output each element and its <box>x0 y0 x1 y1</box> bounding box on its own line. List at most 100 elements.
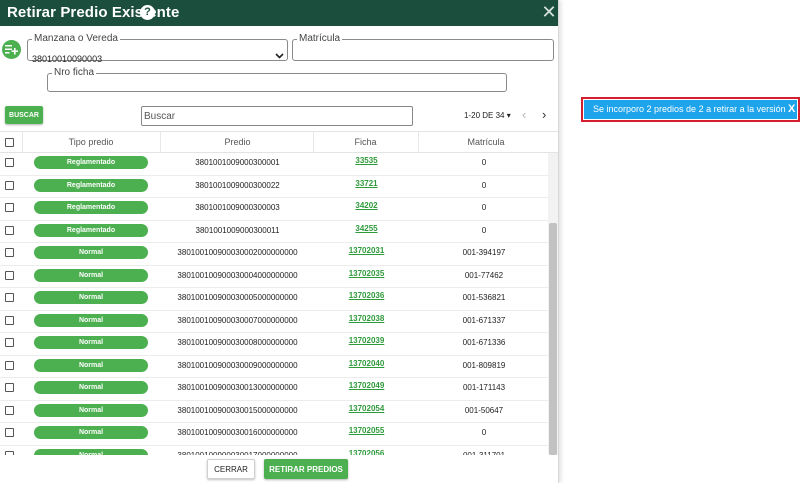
predio-cell: 3801001009000300001 <box>195 158 280 167</box>
header-predio[interactable]: Predio <box>160 137 315 147</box>
table-row[interactable]: Reglamentado 3801001009000300011 34255 0 <box>0 220 548 243</box>
tipo-predio-badge: Normal <box>34 313 148 327</box>
retirar-predio-dialog: Retirar Predio Existente ? ✕ Manzana o V… <box>0 0 559 483</box>
row-checkbox[interactable] <box>5 180 14 190</box>
dialog-titlebar: Retirar Predio Existente ? ✕ <box>0 0 558 26</box>
ficha-link[interactable]: 13702039 <box>315 336 418 345</box>
add-list-icon[interactable] <box>2 40 21 59</box>
prev-page-icon[interactable]: ‹ <box>522 108 526 121</box>
predio-cell: 380100100900030004000000000 <box>177 270 298 280</box>
dialog-footer: CERRAR RETIRAR PREDIOS <box>0 455 558 483</box>
manzana-vereda-label: Manzana o Vereda <box>34 33 118 44</box>
tipo-predio-badge: Normal <box>34 268 148 282</box>
search-input[interactable] <box>141 106 413 126</box>
table-row[interactable]: Normal 380100100900030009000000000 1370204… <box>0 355 548 378</box>
row-checkbox[interactable] <box>5 203 14 212</box>
header-tipo-predio[interactable]: Tipo predio <box>22 137 160 147</box>
row-checkbox[interactable] <box>5 293 14 302</box>
row-checkbox[interactable] <box>5 360 14 370</box>
row-checkbox[interactable] <box>5 338 14 347</box>
row-checkbox[interactable] <box>5 158 14 167</box>
matricula-cell: 001-50647 <box>464 405 504 415</box>
ficha-link[interactable]: 13702055 <box>315 426 418 435</box>
help-icon[interactable]: ? <box>140 5 155 20</box>
cerrar-button[interactable]: CERRAR <box>207 459 255 479</box>
tipo-predio-badge: Reglamentado <box>34 178 148 192</box>
predio-cell: 3801001009000300022 <box>195 180 280 190</box>
close-icon[interactable]: ✕ <box>541 3 557 21</box>
row-checkbox[interactable] <box>5 270 14 280</box>
ficha-link[interactable]: 13702036 <box>315 291 418 300</box>
table-row[interactable]: Reglamentado 3801001009000300003 34202 0 <box>0 198 548 221</box>
ficha-link[interactable]: 34255 <box>315 224 418 233</box>
tipo-predio-badge: Normal <box>34 336 148 349</box>
predio-cell: 380100100900030007000000000 <box>177 315 298 325</box>
matricula-cell: 001-394197 <box>462 248 506 257</box>
table-body: Reglamentado 3801001009000300001 33535 0 Reg… <box>0 153 548 455</box>
predio-cell: 380100100900030015000000000 <box>177 405 298 415</box>
table-row[interactable]: Normal 380100100900030008000000000 1370203… <box>0 333 548 356</box>
predio-cell: 380100100900030008000000000 <box>177 338 298 347</box>
nro-ficha-label: Nro ficha <box>54 67 95 78</box>
nro-ficha-field[interactable]: Nro ficha <box>47 68 507 92</box>
row-checkbox[interactable] <box>5 428 14 437</box>
matricula-cell: 001-77462 <box>464 270 504 280</box>
row-checkbox[interactable] <box>5 315 14 325</box>
ficha-link[interactable]: 13702035 <box>315 269 418 278</box>
manzana-vereda-select[interactable]: Manzana o Vereda 38010010090003 <box>27 33 288 64</box>
select-all-checkbox[interactable] <box>5 138 14 147</box>
table-row[interactable]: Normal 380100100900030005000000000 1370203… <box>0 288 548 311</box>
header-ficha[interactable]: Ficha <box>313 137 418 147</box>
ficha-link[interactable]: 13702054 <box>315 404 418 413</box>
matricula-cell: 0 <box>481 158 487 167</box>
matricula-cell: 001-671337 <box>462 315 506 325</box>
matricula-cell: 001-809819 <box>462 360 506 370</box>
header-matricula[interactable]: Matrícula <box>418 137 554 147</box>
matricula-field[interactable]: Matrícula <box>292 34 554 61</box>
ficha-link[interactable]: 13702031 <box>315 246 418 255</box>
predio-cell: 3801001009000300011 <box>195 225 280 235</box>
predio-cell: 380100100900030013000000000 <box>177 383 298 392</box>
chevron-down-icon[interactable] <box>275 53 284 59</box>
predio-cell: 3801001009000300003 <box>195 203 280 212</box>
row-checkbox[interactable] <box>5 248 14 257</box>
toast-close-icon[interactable]: X <box>788 103 795 115</box>
scrollbar-thumb[interactable] <box>549 223 557 455</box>
matricula-cell: 0 <box>481 203 487 212</box>
ficha-link[interactable]: 33721 <box>315 179 418 188</box>
ficha-link[interactable]: 13702038 <box>315 314 418 323</box>
matricula-cell: 0 <box>481 180 487 190</box>
ficha-link[interactable]: 13702040 <box>315 359 418 368</box>
row-checkbox[interactable] <box>5 225 14 235</box>
tipo-predio-badge: Normal <box>34 246 148 259</box>
table-row[interactable]: Normal 380100100900030002000000000 1370203… <box>0 243 548 266</box>
ficha-link[interactable]: 34202 <box>315 201 418 210</box>
caret-down-icon: ▾ <box>506 111 511 120</box>
table-row[interactable]: Normal 380100100900030017000000000 1370205… <box>0 445 548 455</box>
table-scrollbar[interactable] <box>548 153 558 455</box>
matricula-cell: 001-171143 <box>462 383 506 392</box>
toast-body: Se incorporo 2 predios de 2 a retirar a … <box>584 100 797 119</box>
table-row[interactable]: Normal 380100100900030015000000000 1370205… <box>0 400 548 423</box>
tipo-predio-badge: Reglamentado <box>34 201 148 214</box>
ficha-link[interactable]: 13702049 <box>315 381 418 390</box>
table-row[interactable]: Normal 380100100900030004000000000 1370203… <box>0 265 548 288</box>
row-checkbox[interactable] <box>5 405 14 415</box>
matricula-cell: 0 <box>481 428 487 437</box>
predio-cell: 380100100900030002000000000 <box>177 248 298 257</box>
row-checkbox[interactable] <box>5 383 14 392</box>
next-page-icon[interactable]: › <box>542 108 546 121</box>
table-row[interactable]: Reglamentado 3801001009000300001 33535 0 <box>0 153 548 176</box>
table-row[interactable]: Normal 380100100900030007000000000 1370203… <box>0 310 548 333</box>
matricula-cell: 0 <box>481 225 487 235</box>
table-row[interactable]: Normal 380100100900030016000000000 1370205… <box>0 423 548 446</box>
predio-cell: 380100100900030016000000000 <box>177 428 298 437</box>
pagination-select[interactable]: 1-20 DE 34 ▾ <box>464 111 511 120</box>
buscar-button[interactable]: BUSCAR <box>5 106 43 124</box>
tipo-predio-badge: Normal <box>34 426 148 439</box>
table-row[interactable]: Normal 380100100900030013000000000 1370204… <box>0 378 548 401</box>
ficha-link[interactable]: 33535 <box>315 156 418 165</box>
retirar-predios-button[interactable]: RETIRAR PREDIOS <box>264 459 348 479</box>
table-row[interactable]: Reglamentado 3801001009000300022 33721 0 <box>0 175 548 198</box>
tipo-predio-badge: Normal <box>34 358 148 372</box>
